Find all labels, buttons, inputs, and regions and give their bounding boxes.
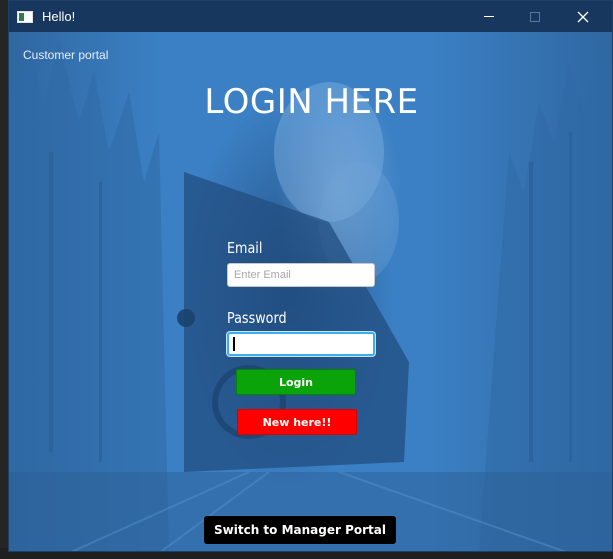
email-label: Email [227, 239, 263, 257]
window-title: Hello! [42, 9, 76, 24]
maximize-icon [530, 11, 540, 22]
email-field[interactable] [227, 263, 375, 287]
login-panel: Customer portal LOGIN HERE Email Passwor… [9, 32, 612, 551]
password-label: Password [227, 309, 287, 327]
maximize-button[interactable] [512, 1, 558, 32]
text-cursor [233, 337, 235, 351]
portal-label: Customer portal [23, 48, 109, 62]
app-window: Hello! Customer portal LOGIN HERE Email … [8, 0, 613, 552]
desktop-background [0, 0, 8, 559]
switch-to-manager-portal-button[interactable]: Switch to Manager Portal [204, 516, 396, 544]
close-button[interactable] [560, 1, 606, 32]
new-here-button[interactable]: New here!! [237, 409, 357, 435]
close-icon [577, 11, 589, 22]
minimize-button[interactable] [466, 1, 512, 32]
minimize-icon [484, 16, 494, 17]
password-field[interactable] [227, 332, 375, 356]
app-window-icon [17, 10, 33, 23]
title-bar[interactable]: Hello! [9, 1, 612, 32]
login-button[interactable]: Login [236, 369, 356, 395]
page-title: LOGIN HERE [204, 82, 419, 122]
